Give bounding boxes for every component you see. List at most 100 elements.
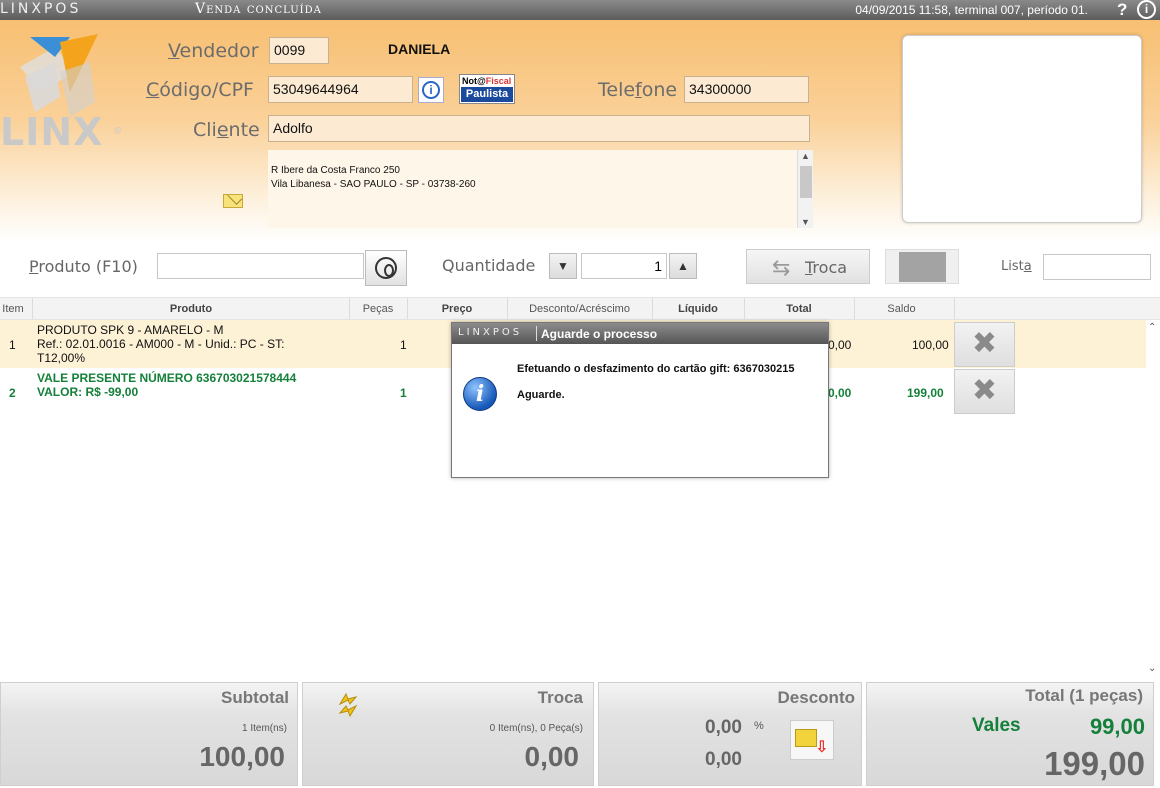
desconto-percent: 0,00: [705, 717, 742, 738]
troca-button-label: Troca: [805, 258, 848, 277]
dialog-message: Efetuando o desfazimento do cartão gift:…: [517, 363, 795, 375]
customer-header: LINX ® Vendedor 0099 DANIELA Código/CPF …: [0, 20, 1160, 242]
vales-value: 99,00: [1089, 714, 1145, 739]
customer-photo-frame: [902, 35, 1142, 223]
scroll-thumb[interactable]: [800, 166, 812, 198]
nota-fiscal-paulista-button[interactable]: Not@Fiscal Paulista: [459, 74, 515, 104]
row-product-description: PRODUTO SPK 9 - AMARELO - M Ref.: 02.01.…: [37, 323, 285, 365]
app-brand: LINXPOS: [0, 1, 82, 17]
subtotal-value: 100,00: [199, 741, 285, 772]
dialog-title: Aguarde o processo: [541, 327, 658, 341]
product-search-button[interactable]: [365, 250, 407, 286]
envelope-icon[interactable]: [223, 194, 243, 208]
title-bar: LINXPOS Venda concluída 04/09/2015 11:58…: [0, 0, 1160, 20]
address-scrollbar[interactable]: ▲ ▼: [797, 150, 813, 228]
col-header-produto: Produto: [169, 303, 213, 315]
subtotal-items: 1 Item(ns): [241, 723, 287, 734]
help-icon[interactable]: ?: [1117, 0, 1127, 20]
linx-x-mark-icon: [20, 34, 98, 117]
produto-label: Produto (F10): [29, 257, 138, 276]
delete-x-icon: ✖: [971, 374, 998, 407]
dialog-title-bar: LINXPOS Aguarde o processo: [452, 323, 828, 344]
desconto-title: Desconto: [777, 688, 855, 707]
col-header-preco: Preço: [441, 303, 473, 315]
session-info: 04/09/2015 11:58, terminal 007, período …: [855, 3, 1088, 17]
down-arrow-icon: ⇩: [815, 739, 829, 756]
row-item-number: 2: [9, 386, 16, 400]
row-product-description: VALE PRESENTE NÚMERO 636703021578444 VAL…: [37, 371, 297, 399]
about-icon[interactable]: i: [1137, 0, 1156, 19]
address-line-1: R Ibere da Costa Franco 250: [271, 165, 400, 176]
row-pecas: 1: [400, 386, 407, 400]
info-icon: i: [422, 81, 440, 99]
scroll-down-icon[interactable]: ▼: [801, 217, 810, 227]
telefone-field[interactable]: 34300000: [684, 76, 809, 103]
nfp-logo-text: Not@Fiscal: [462, 76, 512, 86]
vendedor-code-field[interactable]: 0099: [269, 37, 329, 64]
address-line-2: Vila Libanesa - SAO PAULO - SP - 03738-2…: [271, 179, 476, 190]
information-icon: i: [463, 377, 497, 411]
total-panel: Total (1 peças) Vales 99,00 199,00: [866, 682, 1154, 786]
lista-label: Lista: [1001, 259, 1032, 274]
quantity-increase-button[interactable]: ▲: [669, 253, 697, 279]
customer-info-button[interactable]: i: [418, 77, 444, 103]
subtotal-title: Subtotal: [221, 688, 289, 707]
linx-logo-text: LINX: [0, 110, 104, 154]
scroll-down-icon[interactable]: ⌄: [1148, 663, 1156, 674]
col-header-item: Item: [2, 303, 24, 315]
nfp-logo-paulista: Paulista: [461, 87, 513, 102]
items-scrollbar[interactable]: ⌃ ⌄: [1146, 320, 1160, 676]
troca-value: 0,00: [524, 741, 580, 772]
telefone-label: Telefone: [598, 79, 678, 101]
col-header-desconto: Desconto/Acréscimo: [529, 303, 630, 315]
codigo-cpf-field[interactable]: 53049644964: [268, 76, 413, 103]
quantidade-input[interactable]: 1: [581, 253, 667, 279]
cliente-label: Cliente: [193, 119, 260, 141]
troca-items: 0 Item(ns), 0 Peça(s): [489, 723, 583, 734]
row-total: 0,00: [828, 338, 852, 352]
vales-label: Vales: [972, 715, 1021, 736]
troca-button[interactable]: ⇆ Troca: [746, 249, 870, 284]
row-saldo: 100,00: [912, 338, 949, 352]
row-saldo: 199,00: [907, 386, 944, 400]
col-header-liquido: Líquido: [678, 303, 718, 315]
delete-x-icon: ✖: [971, 327, 998, 360]
linx-logo: LINX ®: [0, 32, 140, 162]
exchange-icon: ⇆: [772, 255, 791, 280]
produto-input[interactable]: [157, 253, 364, 279]
col-header-saldo: Saldo: [887, 303, 916, 315]
dialog-title-divider: [536, 326, 537, 341]
desconto-percent-sign: %: [754, 720, 764, 732]
scroll-up-icon[interactable]: ▲: [801, 151, 810, 161]
col-header-pecas: Peças: [362, 303, 394, 315]
lista-input[interactable]: [1043, 254, 1151, 280]
scroll-up-icon[interactable]: ⌃: [1148, 322, 1156, 333]
discount-coupon-icon[interactable]: ⇩: [790, 720, 834, 760]
row-total: 0,00: [828, 386, 852, 400]
total-value: 199,00: [1044, 745, 1145, 782]
cliente-field[interactable]: Adolfo: [268, 115, 810, 142]
col-header-total: Total: [786, 303, 812, 315]
vendedor-label: Vendedor: [168, 40, 259, 62]
quantity-decrease-button[interactable]: ▼: [549, 253, 577, 279]
delete-item-button[interactable]: ✖: [954, 369, 1015, 414]
total-title: Total (1 peças): [1025, 686, 1143, 705]
blank-action-button[interactable]: [885, 249, 959, 284]
items-table-header: Item Produto Peças Preço Desconto/Acrésc…: [0, 297, 1160, 320]
codigo-cpf-label: Código/CPF: [146, 79, 254, 101]
sale-status: Venda concluída: [195, 1, 322, 17]
row-pecas: 1: [400, 338, 407, 352]
delete-item-button[interactable]: ✖: [954, 322, 1015, 367]
dialog-message-wait: Aguarde.: [517, 389, 565, 401]
dialog-brand: LINXPOS: [458, 327, 523, 338]
vendedor-name: DANIELA: [388, 41, 451, 57]
coupon-shape: [795, 729, 817, 747]
subtotal-panel: Subtotal 1 Item(ns) 100,00: [0, 682, 298, 786]
wait-process-dialog: LINXPOS Aguarde o processo i Efetuando o…: [451, 322, 829, 478]
troca-title: Troca: [537, 688, 583, 707]
exchange-arrows-icon: [338, 692, 358, 718]
search-icon: [375, 257, 397, 279]
col-divider: [954, 298, 955, 319]
registered-mark: ®: [114, 126, 122, 137]
pos-window: LINXPOS Venda concluída 04/09/2015 11:58…: [0, 0, 1160, 788]
